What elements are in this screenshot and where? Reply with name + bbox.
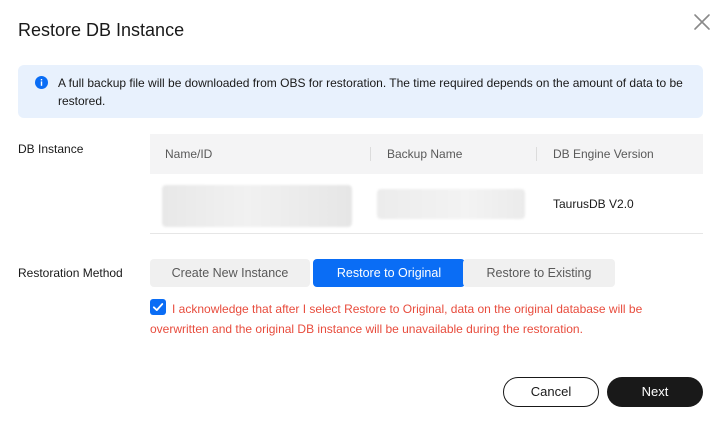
- info-text: A full backup file will be downloaded fr…: [58, 76, 683, 108]
- checkmark-icon: [152, 303, 164, 311]
- column-divider: [370, 147, 371, 161]
- column-divider: [536, 147, 537, 161]
- info-icon: [35, 76, 48, 89]
- table-row: TaurusDB V2.0: [150, 174, 703, 234]
- column-header-backup-name: Backup Name: [387, 147, 463, 161]
- option-restore-to-existing[interactable]: Restore to Existing: [463, 259, 615, 287]
- next-button[interactable]: Next: [607, 377, 703, 407]
- cancel-button[interactable]: Cancel: [503, 377, 599, 407]
- dialog-title: Restore DB Instance: [18, 20, 185, 40]
- engine-version-cell: TaurusDB V2.0: [553, 197, 634, 211]
- db-instance-table: Name/ID Backup Name DB Engine Version Ta…: [150, 134, 703, 234]
- option-restore-to-original[interactable]: Restore to Original: [313, 259, 465, 287]
- acknowledge-text-line1: I acknowledge that after I select Restor…: [172, 302, 643, 316]
- option-create-new-instance[interactable]: Create New Instance: [150, 259, 310, 287]
- table-header: Name/ID Backup Name DB Engine Version: [150, 134, 703, 174]
- column-header-engine-version: DB Engine Version: [553, 147, 654, 161]
- column-header-name-id: Name/ID: [165, 147, 213, 161]
- acknowledge-text-line2: overwritten and the original DB instance…: [150, 322, 583, 336]
- info-banner: A full backup file will be downloaded fr…: [18, 65, 703, 118]
- redacted-backup-name: [377, 189, 525, 219]
- acknowledge-checkbox[interactable]: [150, 299, 166, 315]
- redacted-name-id: [162, 185, 352, 227]
- db-instance-label: DB Instance: [18, 142, 84, 156]
- close-icon[interactable]: [692, 12, 712, 32]
- restoration-method-label: Restoration Method: [18, 266, 123, 280]
